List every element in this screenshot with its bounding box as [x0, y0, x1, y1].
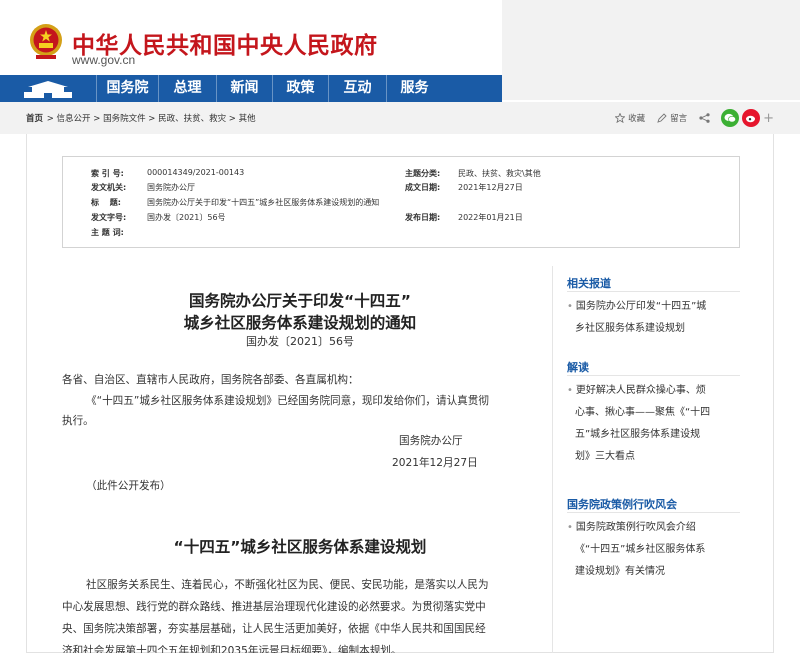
nav-item-state-council[interactable]: 国务院 [96, 75, 158, 102]
interpretation-line-1[interactable]: 更好解决人民群众操心事、烦 [576, 385, 706, 396]
page-tools: 收藏 留言 + [603, 109, 774, 127]
category-label: 主题分类: [405, 169, 441, 178]
issuer-value: 国务院办公厅 [147, 183, 195, 192]
interpretation-link[interactable]: • 更好解决人民群众操心事、烦 心事、揪心事——聚焦《“十四 五”城乡社区服务体系… [567, 380, 739, 468]
doc-title-value: 国务院办公厅关于印发“十四五”城乡社区服务体系建设规划的通知 [147, 198, 380, 207]
public-note: （此件公开发布） [86, 480, 171, 492]
related-reports-heading[interactable]: 相关报道 [567, 275, 611, 291]
nav-item-premier[interactable]: 总理 [158, 75, 216, 102]
star-icon [615, 113, 626, 123]
nav-item-news[interactable]: 新闻 [216, 75, 272, 102]
related-report-link[interactable]: • 国务院办公厅印发“十四五”城 乡社区服务体系建设规划 [567, 296, 739, 340]
pencil-icon [657, 113, 667, 123]
interpretation-heading[interactable]: 解读 [567, 359, 589, 375]
written-date-value: 2021年12月27日 [458, 183, 523, 192]
message-label: 留言 [670, 114, 688, 124]
category-value: 民政、扶贫、救灾\其他 [458, 169, 541, 178]
breadcrumb: 首页 > 信息公开 > 国务院文件 > 民政、扶贫、救灾 > 其他 [26, 112, 257, 124]
document-metadata: 索 引 号: 000014349/2021-00143 主题分类: 民政、扶贫、… [62, 156, 740, 248]
plan-paragraph-line-3: 央、国务院决策部署，夯实基层基础，让人民生活更加美好，依据《中华人民共和国国民经 [62, 623, 486, 635]
header-blank-area [502, 0, 800, 100]
policy-briefing-line-1[interactable]: 国务院政策例行吹风会介绍 [576, 522, 696, 533]
nav-item-service[interactable]: 服务 [386, 75, 442, 102]
breadcrumb-path[interactable]: > 信息公开 > 国务院文件 > 民政、扶贫、救灾 > 其他 [44, 114, 256, 124]
nav-item-policy[interactable]: 政策 [272, 75, 328, 102]
index-value: 000014349/2021-00143 [147, 168, 245, 177]
tiananmen-logo-icon[interactable] [0, 75, 96, 102]
national-emblem-icon [28, 22, 64, 62]
index-label: 索 引 号: [91, 169, 124, 178]
bullet-icon: • [567, 301, 573, 312]
favorite-label: 收藏 [628, 114, 646, 124]
plan-title: “十四五”城乡社区服务体系建设规划 [173, 538, 427, 556]
sign-date: 2021年12月27日 [392, 457, 478, 469]
article-title-line-2: 城乡社区服务体系建设规划的通知 [183, 314, 417, 332]
bullet-icon: • [567, 385, 573, 396]
related-report-line-2[interactable]: 乡社区服务体系建设规划 [567, 318, 739, 340]
doc-number-value: 国办发〔2021〕56号 [147, 213, 226, 222]
bullet-icon: • [567, 522, 573, 533]
article-title-line-1: 国务院办公厅关于印发“十四五” [189, 292, 411, 310]
wechat-icon[interactable] [721, 109, 740, 127]
site-url[interactable]: www.gov.cn [72, 53, 135, 67]
breadcrumb-bar: 首页 > 信息公开 > 国务院文件 > 民政、扶贫、救灾 > 其他 收藏 留言 … [0, 102, 800, 134]
written-date-label: 成文日期: [405, 183, 441, 192]
interpretation-line-3[interactable]: 五”城乡社区服务体系建设规 [567, 424, 739, 446]
paragraph-1-line-1: 《“十四五”城乡社区服务体系建设规划》已经国务院同意，现印发给你们，请认真贯彻 [86, 395, 489, 407]
policy-briefing-link[interactable]: • 国务院政策例行吹风会介绍 《“十四五”城乡社区服务体系 建设规划》有关情况 [567, 517, 739, 583]
share-icon [699, 113, 710, 123]
message-button[interactable]: 留言 [657, 112, 687, 124]
interpretation-line-4[interactable]: 划》三大看点 [567, 446, 739, 468]
related-report-line-1[interactable]: 国务院办公厅印发“十四五”城 [576, 301, 706, 312]
salutation: 各省、自治区、直辖市人民政府，国务院各部委、各直属机构： [62, 374, 359, 386]
weibo-icon[interactable] [742, 109, 761, 127]
plan-paragraph-line-4: 济和社会发展第十四个五年规划和2035年远景目标纲要》，编制本规划。 [62, 645, 402, 653]
more-share-icon[interactable]: + [763, 111, 774, 126]
article-doc-number: 国办发〔2021〕56号 [246, 335, 354, 348]
publish-date-value: 2022年01月21日 [458, 213, 523, 222]
plan-paragraph-line-1: 社区服务关系民生、连着民心，不断强化社区为民、便民、安民功能，是落实以人民为 [86, 579, 489, 591]
sidebar-divider [567, 291, 740, 292]
nav-item-interaction[interactable]: 互动 [328, 75, 386, 102]
doc-number-label: 发文字号: [91, 213, 127, 222]
publish-date-label: 发布日期: [405, 213, 441, 222]
keywords-label: 主 题 词: [91, 228, 124, 237]
signer: 国务院办公厅 [399, 435, 463, 447]
site-header: 中华人民共和国中央人民政府 www.gov.cn [0, 0, 502, 75]
policy-briefing-line-2[interactable]: 《“十四五”城乡社区服务体系 [567, 539, 739, 561]
issuer-label: 发文机关: [91, 183, 127, 192]
breadcrumb-home[interactable]: 首页 [26, 114, 43, 124]
doc-title-label: 标 题: [91, 198, 121, 207]
sidebar-divider [567, 375, 740, 376]
favorite-button[interactable]: 收藏 [615, 112, 645, 124]
interpretation-line-2[interactable]: 心事、揪心事——聚焦《“十四 [567, 402, 739, 424]
share-button[interactable] [699, 113, 713, 123]
policy-briefing-heading[interactable]: 国务院政策例行吹风会 [567, 496, 677, 512]
paragraph-1-line-2: 执行。 [62, 415, 94, 427]
plan-paragraph-line-2: 中心发展思想、践行党的群众路线、推进基层治理现代化建设的必然要求。为贯彻落实党中 [62, 601, 486, 613]
sidebar-divider [567, 512, 740, 513]
main-nav: 国务院 总理 新闻 政策 互动 服务 [0, 75, 502, 102]
policy-briefing-line-3[interactable]: 建设规划》有关情况 [567, 561, 739, 583]
